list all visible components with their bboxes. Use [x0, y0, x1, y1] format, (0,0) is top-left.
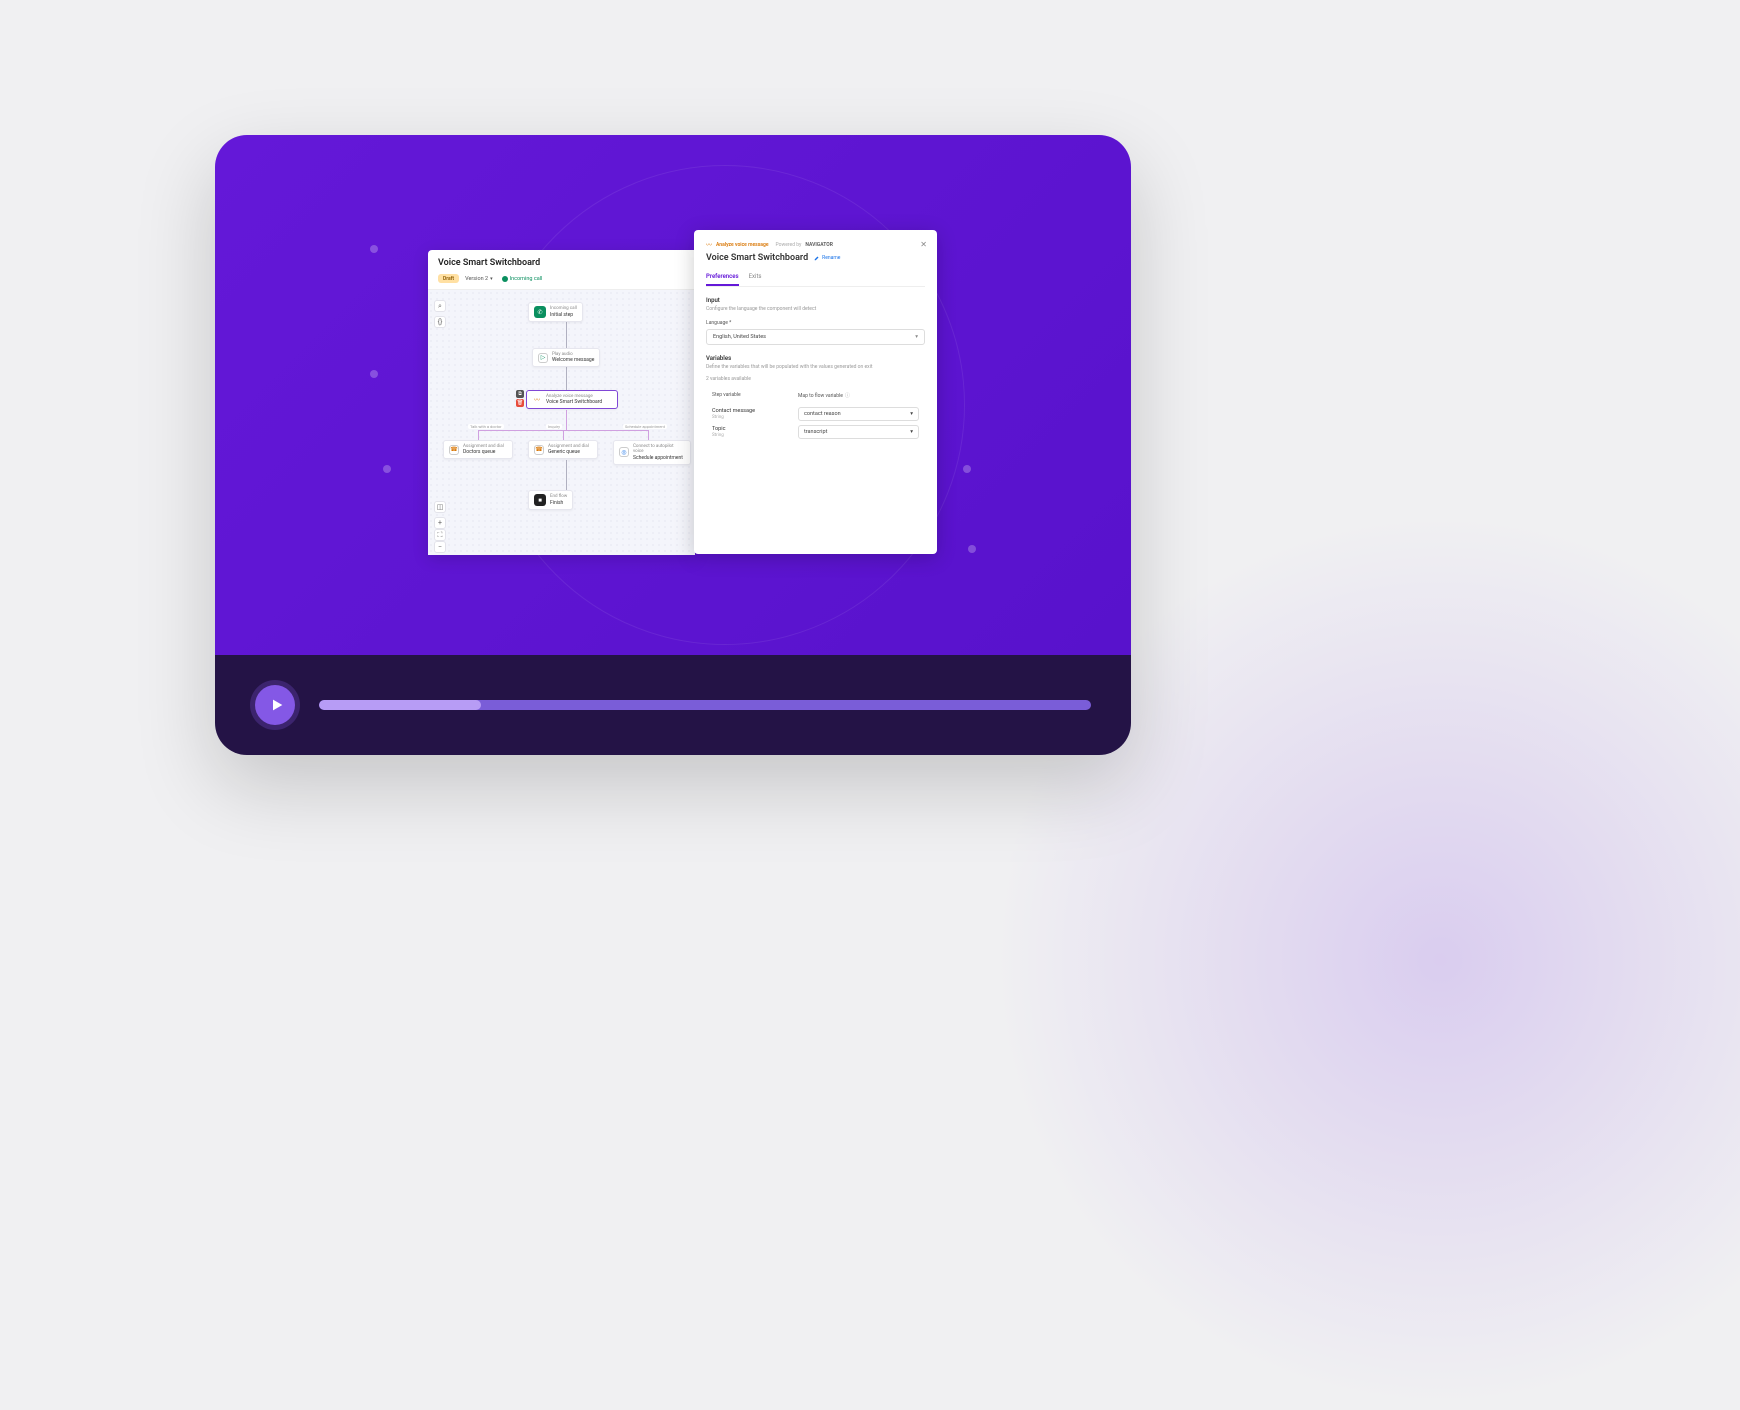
version-selector[interactable]: Version 2▾: [465, 276, 493, 282]
variables-heading: Variables: [706, 355, 925, 362]
variables-available: 2 variables available: [706, 376, 925, 382]
delete-button[interactable]: 🗑: [516, 399, 524, 407]
branch-label: Talk with a doctor: [468, 424, 504, 429]
node-dial-generic[interactable]: ☎ Assignment and dialGeneric queue: [528, 440, 598, 459]
variable-mapping-select[interactable]: transcript▾: [798, 425, 919, 439]
variable-row: TopicString transcript▾: [706, 425, 925, 439]
connector: [478, 430, 479, 440]
headset-icon: ☎: [534, 445, 544, 455]
variable-mapping-select[interactable]: contact reason▾: [798, 407, 919, 421]
input-heading: Input: [706, 297, 925, 304]
chevron-down-icon: ▾: [910, 429, 913, 435]
panel-tabs: Preferences Exits: [706, 273, 925, 287]
copy-button[interactable]: ⧉: [516, 390, 524, 398]
rename-button[interactable]: Rename: [814, 255, 840, 261]
chevron-down-icon: ▾: [910, 411, 913, 417]
search-icon[interactable]: ⌕: [434, 300, 446, 312]
chevron-down-icon: ▾: [490, 276, 493, 282]
phone-icon: [502, 276, 508, 282]
variables-help: Define the variables that will be popula…: [706, 364, 925, 370]
selection-toolbar: ⧉ 🗑: [516, 390, 524, 407]
play-button[interactable]: [255, 685, 295, 725]
zoom-out-icon[interactable]: −: [434, 541, 446, 553]
node-schedule[interactable]: ◎ Connect to autopilot voiceSchedule app…: [613, 440, 691, 465]
language-label: Language *: [706, 320, 925, 326]
panel-breadcrumb: 〰 Analyze voice message Powered by NAVIG…: [706, 240, 925, 249]
workspace-screenshot: Voice Smart Switchboard Draft Version 2▾…: [428, 250, 937, 555]
variable-row: Contact messageString contact reason▾: [706, 407, 925, 421]
tab-preferences[interactable]: Preferences: [706, 273, 739, 286]
chevron-down-icon: ▾: [915, 334, 918, 340]
connector: [566, 410, 567, 430]
progress-bar[interactable]: [319, 700, 1091, 710]
info-icon: ⓘ: [845, 392, 850, 399]
progress-filled: [319, 700, 481, 710]
node-dial-doctors[interactable]: ☎ Assignment and dialDoctors queue: [443, 440, 513, 459]
bot-icon: ◎: [619, 447, 629, 457]
input-help: Configure the language the component wil…: [706, 306, 925, 312]
flow-canvas[interactable]: ⌕ {} ◫ + ⛶ − Talk with a doctor Inquiry: [428, 290, 695, 555]
play-icon: ▷: [538, 353, 548, 363]
flow-builder-panel: Voice Smart Switchboard Draft Version 2▾…: [428, 250, 695, 555]
trigger-chip[interactable]: Incoming call: [502, 276, 543, 282]
connector: [563, 430, 564, 440]
decorative-dot: [968, 545, 976, 553]
branch-label: Inquiry: [546, 424, 562, 429]
stop-icon: ■: [534, 494, 546, 506]
panel-title: Voice Smart Switchboard: [706, 253, 808, 263]
video-controls: [215, 655, 1131, 755]
comment-icon[interactable]: ◫: [434, 501, 446, 513]
video-thumbnail-card: Voice Smart Switchboard Draft Version 2▾…: [215, 135, 1131, 755]
decorative-dot: [370, 370, 378, 378]
video-preview-area: Voice Smart Switchboard Draft Version 2▾…: [215, 135, 1131, 655]
node-play-audio[interactable]: ▷ Play audioWelcome message: [532, 348, 600, 367]
variables-icon[interactable]: {}: [434, 316, 446, 328]
tab-exits[interactable]: Exits: [749, 273, 762, 286]
connector: [566, 320, 567, 348]
node-end-flow[interactable]: ■ End flowFinish: [528, 490, 573, 510]
connector: [566, 366, 567, 390]
language-select[interactable]: English, United States ▾: [706, 329, 925, 345]
wave-icon: 〰: [532, 395, 542, 405]
draft-badge: Draft: [438, 274, 459, 283]
wave-icon: 〰: [706, 240, 712, 249]
config-panel: ✕ 〰 Analyze voice message Powered by NAV…: [694, 230, 937, 554]
close-icon[interactable]: ✕: [920, 240, 927, 249]
node-incoming-call[interactable]: ✆ Incoming callInitial step: [528, 302, 583, 322]
connector: [566, 460, 567, 490]
fullscreen-icon[interactable]: ⛶: [434, 529, 446, 541]
decorative-dot: [370, 245, 378, 253]
play-icon: [269, 697, 285, 713]
edit-icon: [814, 255, 820, 261]
connector: [648, 430, 649, 440]
flow-toolbar: Draft Version 2▾ Incoming call: [428, 274, 695, 290]
variables-table-header: Step variable Map to flow variableⓘ: [706, 388, 925, 403]
headset-icon: ☎: [449, 445, 459, 455]
branch-label: Schedule appointment: [623, 424, 667, 429]
flow-title: Voice Smart Switchboard: [428, 250, 695, 274]
phone-icon: ✆: [534, 306, 546, 318]
decorative-dot: [383, 465, 391, 473]
node-analyze-voice[interactable]: 〰 Analyze voice messageVoice Smart Switc…: [526, 390, 618, 409]
decorative-dot: [963, 465, 971, 473]
zoom-in-icon[interactable]: +: [434, 517, 446, 529]
